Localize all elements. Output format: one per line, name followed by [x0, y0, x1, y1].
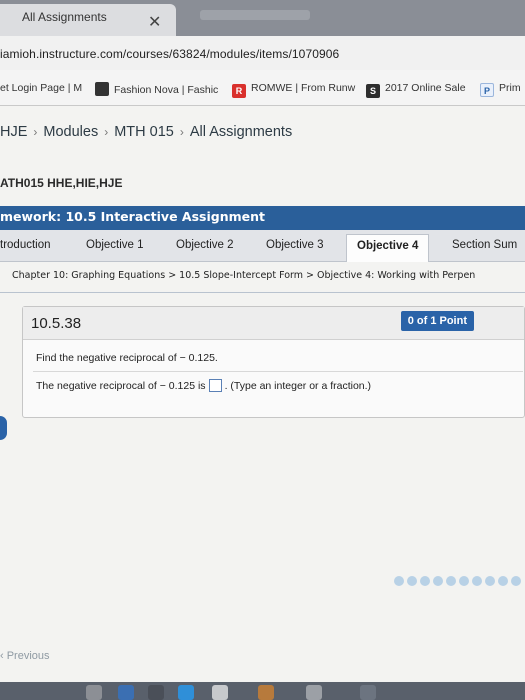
homework-title: mework: 10.5 Interactive Assignment [0, 209, 265, 224]
loading-dot [394, 576, 404, 586]
url-text: iamioh.instructure.com/courses/63824/mod… [0, 47, 340, 61]
os-dock [0, 682, 525, 700]
question-header: 10.5.38 0 of 1 Point [23, 307, 524, 340]
app-icon[interactable] [86, 685, 102, 700]
address-bar[interactable]: iamioh.instructure.com/courses/63824/mod… [0, 36, 525, 70]
fashion-nova-icon [95, 82, 109, 96]
answer-prefix: The negative reciprocal of − 0.125 is [36, 380, 206, 392]
prime-icon: P [480, 83, 494, 97]
loading-dot [472, 576, 482, 586]
answer-input[interactable] [208, 379, 222, 392]
objective-tabs: troduction Objective 1 Objective 2 Objec… [0, 230, 525, 262]
tab-objective-3[interactable]: Objective 3 [266, 239, 324, 251]
loading-dot [498, 576, 508, 586]
bookmark-label: Fashion Nova | Fashic [114, 84, 219, 96]
answer-hint: . (Type an integer or a fraction.) [224, 380, 372, 392]
points-badge: 0 of 1 Point [400, 311, 474, 331]
loading-dot [420, 576, 430, 586]
bookmarks-bar: et Login Page | M Fashion Nova | Fashic … [0, 70, 525, 106]
answer-line: The negative reciprocal of − 0.125 is . (… [36, 379, 371, 392]
question-number: 10.5.38 [31, 315, 82, 332]
divider [33, 371, 523, 372]
bookmark-label: 2017 Online Sale [385, 82, 466, 94]
page-content: HJE › Modules › MTH 015 › All Assignments ATH0… [0, 106, 525, 700]
bookmark-fashion-nova[interactable]: Fashion Nova | Fashic [95, 82, 218, 96]
browser-tab-strip: All Assignments ✕ [0, 0, 525, 36]
app-icon[interactable] [118, 685, 134, 700]
breadcrumb-all-assignments: All Assignments [189, 124, 293, 140]
sale-icon: S [366, 84, 380, 98]
homework-title-bar: mework: 10.5 Interactive Assignment [0, 206, 525, 230]
tab-section-summary[interactable]: Section Sum [452, 239, 517, 251]
chapter-breadcrumb-text: Chapter 10: Graphing Equations > 10.5 Sl… [12, 270, 476, 281]
loading-dot [485, 576, 495, 586]
tab-objective-2[interactable]: Objective 2 [176, 239, 234, 251]
side-panel-handle[interactable] [0, 416, 7, 440]
tab-introduction[interactable]: troduction [0, 239, 51, 251]
bookmark-label: Prim [499, 82, 521, 94]
tab-title: All Assignments [22, 10, 107, 24]
breadcrumb-modules[interactable]: Modules [43, 124, 98, 140]
chevron-right-icon: › [179, 125, 184, 139]
bookmark-label: ROMWE | From Runw [251, 82, 356, 94]
romwe-icon: R [232, 84, 246, 98]
loading-dot [459, 576, 469, 586]
question-prompt: Find the negative reciprocal of − 0.125. [36, 352, 218, 364]
divider [0, 292, 525, 293]
bookmark-romwe[interactable]: R ROMWE | From Runw [232, 82, 355, 98]
app-icon[interactable] [360, 685, 376, 700]
course-title: ATH015 HHE,HIE,HJE [0, 176, 123, 190]
app-icon[interactable] [178, 685, 194, 700]
app-icon[interactable] [148, 685, 164, 700]
close-icon[interactable]: ✕ [148, 12, 161, 32]
loading-dot [407, 576, 417, 586]
bookmark-online-sale[interactable]: S 2017 Online Sale [366, 82, 466, 98]
breadcrumb: HJE › Modules › MTH 015 › All Assignments [0, 124, 292, 140]
loading-dot [511, 576, 521, 586]
loading-dot [433, 576, 443, 586]
bookmark-prime[interactable]: P Prim [480, 82, 521, 97]
app-icon[interactable] [258, 685, 274, 700]
chapter-breadcrumb: Chapter 10: Graphing Equations > 10.5 Sl… [0, 270, 525, 292]
app-icon[interactable] [306, 685, 322, 700]
bookmark-login-page[interactable]: et Login Page | M [0, 82, 82, 94]
tab-objective-1[interactable]: Objective 1 [86, 239, 144, 251]
breadcrumb-course[interactable]: HJE [0, 124, 27, 140]
previous-link[interactable]: ‹ Previous [0, 650, 50, 662]
bookmark-label: et Login Page | M [0, 82, 83, 94]
app-icon[interactable] [212, 685, 228, 700]
chevron-right-icon: › [104, 125, 109, 139]
background-tab[interactable] [200, 10, 310, 20]
tab-objective-4[interactable]: Objective 4 [346, 234, 430, 262]
loading-dot [446, 576, 456, 586]
question-card: 10.5.38 0 of 1 Point Find the negative r… [22, 306, 525, 418]
chevron-right-icon: › [33, 125, 38, 139]
breadcrumb-mth015[interactable]: MTH 015 [114, 124, 174, 140]
browser-tab[interactable]: All Assignments ✕ [0, 4, 176, 36]
